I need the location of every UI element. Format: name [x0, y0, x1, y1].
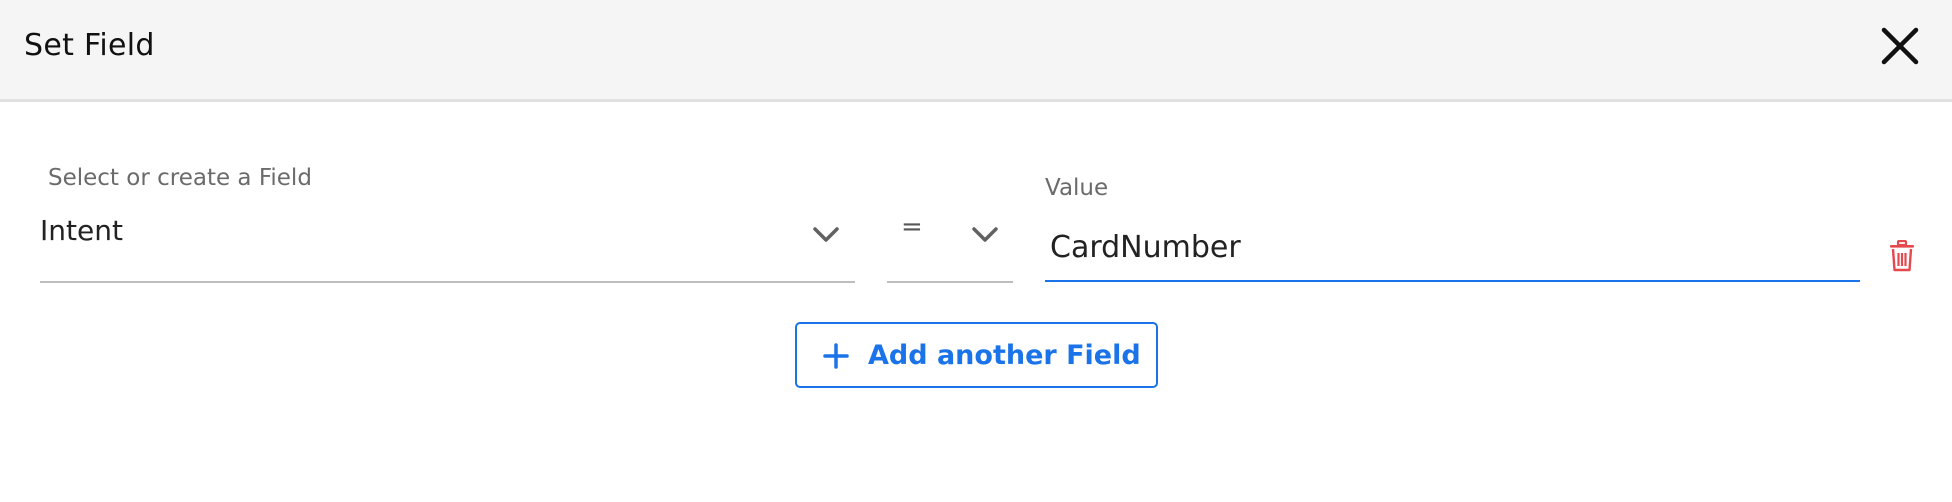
add-another-field-label: Add another Field: [868, 340, 1141, 371]
field-select[interactable]: Intent: [40, 206, 855, 283]
chevron-down-icon[interactable]: [812, 226, 840, 244]
dialog-title: Set Field: [24, 28, 155, 63]
add-another-field-button[interactable]: Add another Field: [795, 322, 1158, 388]
chevron-down-icon[interactable]: [971, 226, 999, 244]
trash-icon[interactable]: [1888, 239, 1916, 272]
value-label: Value: [1045, 175, 1109, 201]
plus-icon: [823, 343, 849, 369]
close-icon[interactable]: [1878, 24, 1922, 68]
set-field-dialog: Set Field Select or create a Field Inten…: [0, 0, 1952, 502]
field-select-label: Select or create a Field: [48, 165, 312, 191]
operator-select[interactable]: =: [887, 206, 1013, 283]
value-input[interactable]: [1045, 214, 1860, 282]
operator-select-value: =: [901, 212, 923, 242]
field-select-value: Intent: [40, 214, 123, 247]
dialog-header: Set Field: [0, 0, 1952, 102]
